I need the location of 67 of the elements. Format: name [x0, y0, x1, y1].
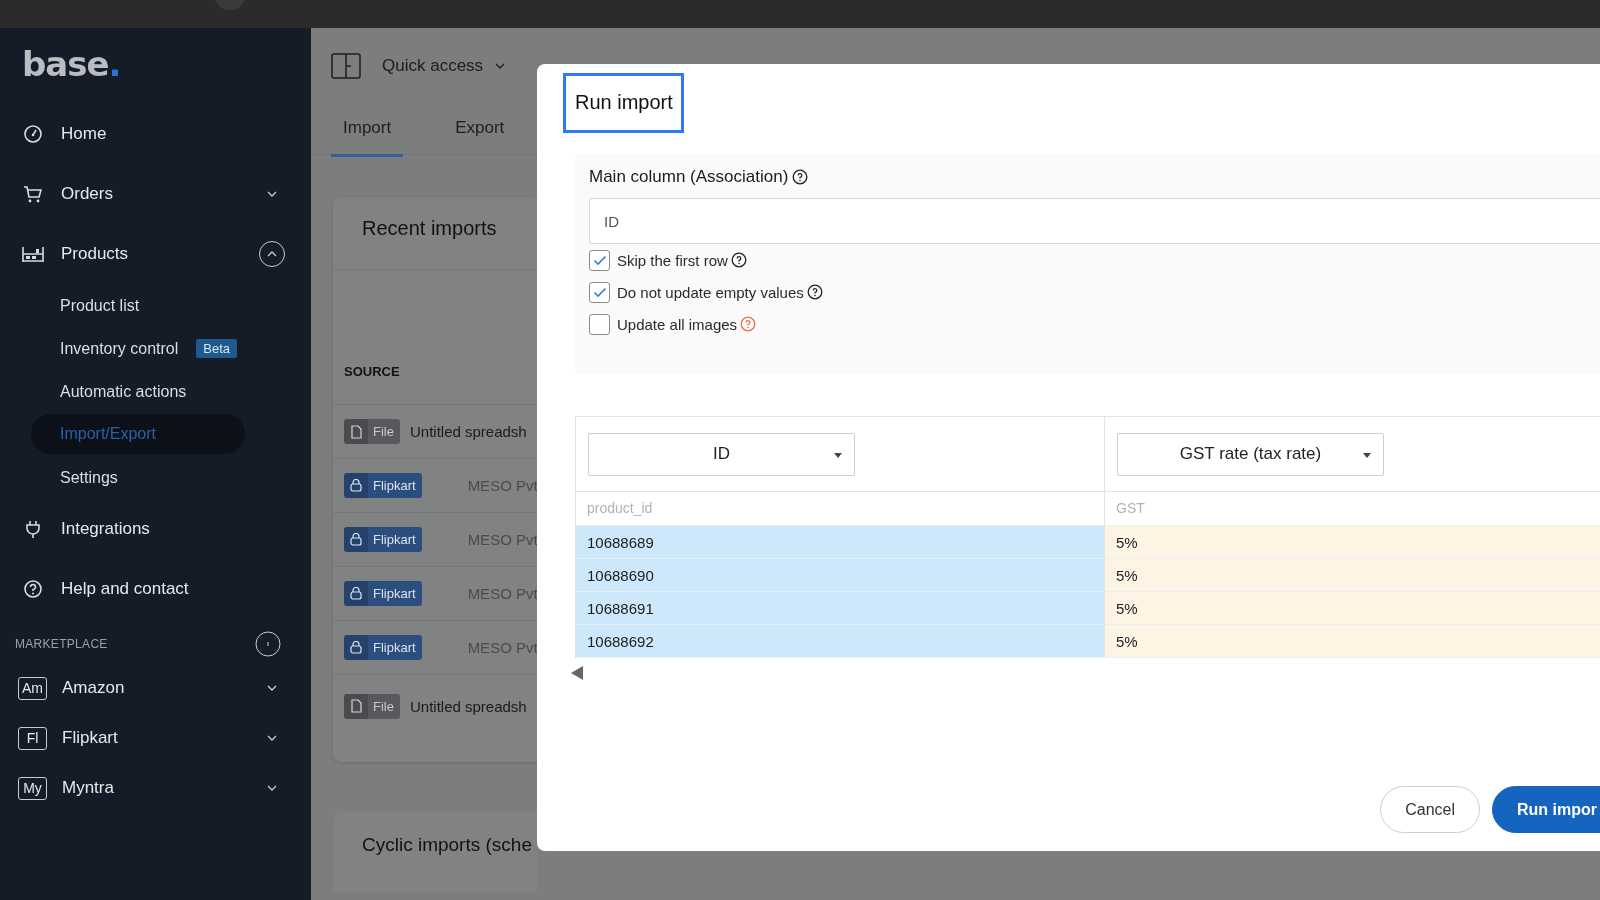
tab[interactable]: Import: [331, 106, 404, 157]
table-cell: 10688691: [576, 592, 1104, 625]
nav-subitem[interactable]: Settings: [31, 456, 118, 499]
nav-item[interactable]: Fl Flipkart: [0, 713, 311, 763]
nav-item[interactable]: Orders: [0, 164, 311, 224]
run-import-button[interactable]: Run impor: [1492, 786, 1600, 833]
source-badge: Flipkart: [344, 527, 422, 552]
checkbox[interactable]: [589, 249, 610, 271]
check-icon: [592, 254, 607, 266]
nav-item[interactable]: My Myntra: [0, 763, 311, 813]
checkbox[interactable]: [589, 281, 610, 303]
source-badge: Flipkart: [344, 581, 422, 606]
table-cell: 5%: [1105, 526, 1600, 559]
nav-item[interactable]: Integrations: [0, 499, 311, 559]
marketplace-icon: My: [18, 776, 47, 800]
nav-item[interactable]: Products: [0, 224, 311, 284]
table-cell: 10688689: [576, 526, 1104, 559]
option-label: Do not update empty values: [617, 283, 804, 301]
checkbox[interactable]: [589, 313, 610, 335]
beta-badge: Beta: [196, 339, 238, 358]
table-cell: 5%: [1105, 592, 1600, 625]
quick-access-menu[interactable]: Quick access: [382, 56, 484, 76]
table-cell: 5%: [1105, 625, 1600, 658]
tab[interactable]: Export: [443, 106, 517, 154]
card-title: Cyclic imports (sche: [361, 833, 533, 857]
nav-item[interactable]: Am Amazon: [0, 663, 311, 713]
caret-icon: [495, 63, 506, 69]
document-icon: [350, 699, 362, 713]
marketplace-icon: Fl: [18, 726, 47, 750]
help-icon: [22, 579, 44, 599]
logo: base.: [22, 44, 121, 84]
cart-icon: [22, 184, 44, 204]
caret-icon: [1363, 452, 1371, 458]
source-badge: File: [344, 419, 400, 444]
dialog-title: Run import: [563, 73, 684, 133]
nav-subitem[interactable]: Inventory control: [31, 327, 179, 370]
card-title: Recent imports: [361, 216, 498, 241]
nav-item[interactable]: Help and contact: [0, 559, 311, 619]
option-label: Update all images: [617, 315, 738, 333]
panel-icon: [331, 53, 361, 79]
source-name: Untitled spreadsh: [409, 697, 527, 715]
field-label: Main column (Association): [589, 167, 789, 187]
nav-subitem[interactable]: Automatic actions: [31, 370, 187, 413]
document-icon: [350, 424, 362, 439]
source-badge: Flipkart: [344, 635, 422, 660]
table-cell: 5%: [1105, 559, 1600, 592]
shelf-icon: [22, 245, 44, 263]
input-field[interactable]: ID: [589, 198, 1600, 244]
source-badge: Flipkart: [344, 473, 422, 498]
chevron-icon: [267, 251, 277, 257]
source-name: Untitled spreadsh: [409, 423, 527, 440]
section-title: MARKETPLACE: [15, 637, 108, 651]
source-badge: File: [344, 693, 400, 719]
nav-subitem[interactable]: Product list: [31, 284, 140, 327]
cancel-button[interactable]: Cancel: [1380, 786, 1480, 833]
table-cell: 10688692: [576, 625, 1104, 658]
column-select[interactable]: GST rate (tax rate): [1117, 432, 1384, 476]
caret-icon: [834, 452, 842, 458]
help-icon: [792, 169, 809, 185]
option-label: Skip the first row: [617, 251, 728, 269]
scroll-left-icon: [571, 666, 583, 680]
check-icon: [592, 286, 607, 298]
table-cell: 10688690: [576, 559, 1104, 592]
gauge-icon: [22, 124, 44, 144]
marketplace-icon: Am: [18, 676, 47, 700]
column-select[interactable]: ID: [588, 432, 855, 476]
nav-item[interactable]: Home: [0, 104, 311, 164]
